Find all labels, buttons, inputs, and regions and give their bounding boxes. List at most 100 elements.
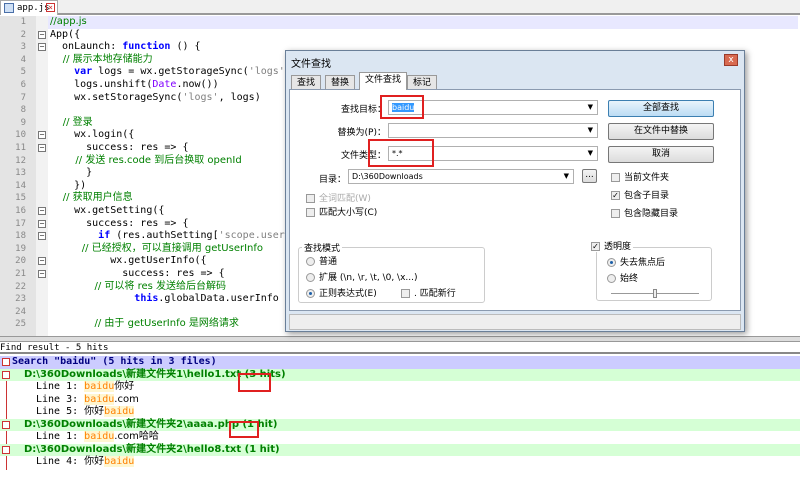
search-summary-row[interactable]: Search "baidu" (5 hits in 3 files) — [0, 356, 800, 369]
always-label: 始终 — [620, 274, 639, 284]
fold-toggle-icon[interactable]: − — [38, 270, 46, 278]
code-token: wx.getSetting({ — [50, 205, 165, 216]
file-result-row[interactable]: D:\360Downloads\新建文件夹2\hello8.txt (1 hit… — [0, 443, 800, 456]
line-number: 21 — [15, 269, 26, 279]
code-token: wx.setStorageSync( — [50, 91, 183, 103]
code-line: onLaunch: function () { — [50, 41, 201, 54]
hit-row[interactable]: Line 1: baidu.com哈哈 — [0, 431, 800, 444]
fold-toggle-icon[interactable]: − — [38, 43, 46, 52]
find-result-header: Find result - 5 hits — [0, 342, 800, 354]
browse-button[interactable]: ... — [582, 169, 597, 183]
close-tab-icon[interactable]: × — [46, 3, 55, 12]
close-dialog-button[interactable]: x — [724, 54, 738, 66]
replace-input[interactable]: ▼ — [388, 123, 598, 138]
tab-replace[interactable]: 替换 — [325, 75, 356, 90]
search-mode-title: 查找模式 — [302, 241, 343, 254]
fold-toggle-icon[interactable]: − — [38, 219, 46, 228]
code-line: //app.js — [48, 16, 798, 29]
file-result-row[interactable]: D:\360Downloads\新建文件夹1\hello1.txt (3 hit… — [0, 368, 800, 381]
mode-extended-radio[interactable]: 扩展 (\n, \r, \t, \0, \x...) — [306, 273, 418, 283]
fold-toggle-icon[interactable]: − — [38, 232, 46, 241]
tab-find[interactable]: 查找 — [291, 75, 322, 90]
current-folder-checkbox[interactable]: 当前文件夹 — [611, 173, 669, 183]
code-line: wx.getSetting({ — [50, 205, 164, 218]
replace-in-files-button[interactable]: 在文件中替换 — [608, 123, 714, 140]
hit-row[interactable]: Line 1: baidu你好 — [0, 381, 800, 394]
radio-dot — [607, 274, 616, 283]
dropdown-arrow-icon[interactable]: ▼ — [588, 147, 593, 160]
code-line: wx.setStorageSync('logs', logs) — [50, 92, 261, 105]
hit-text: 你好 — [84, 456, 105, 467]
code-line: // 已经授权，可以直接调用 getUserInfo — [50, 243, 263, 256]
line-number: 15 — [15, 193, 26, 204]
tab-mark[interactable]: 标记 — [407, 75, 438, 90]
dropdown-arrow-icon[interactable]: ▼ — [588, 101, 593, 114]
find-all-button[interactable]: 全部查找 — [608, 100, 714, 117]
include-subfolders-checkbox[interactable]: ✓ 包含子目录 — [611, 191, 669, 201]
tab-find-in-files[interactable]: 文件查找 — [359, 72, 408, 90]
fold-toggle-icon[interactable]: − — [38, 144, 46, 152]
fold-toggle-icon[interactable] — [2, 420, 10, 429]
fold-toggle-icon[interactable] — [2, 358, 10, 366]
checkbox-box — [401, 289, 410, 298]
line-number: 1 — [20, 17, 26, 27]
match-case-checkbox[interactable]: 匹配大小写(C) — [306, 208, 377, 218]
hit-text: Line 4: — [36, 456, 85, 467]
file-result-row[interactable]: D:\360Downloads\新建文件夹2\aaaa.php (1 hit) — [0, 418, 800, 431]
fold-toggle-icon[interactable]: − — [38, 131, 46, 140]
mode-regex-radio[interactable]: 正则表达式(E) — [306, 289, 377, 299]
directory-input[interactable]: D:\360Downloads ▼ — [348, 169, 574, 184]
fold-toggle-icon[interactable]: − — [38, 30, 46, 39]
line-number: 25 — [15, 319, 26, 330]
hit-text: 你好 — [84, 406, 105, 417]
mode-normal-radio[interactable]: 普通 — [306, 257, 337, 267]
find-label: 查找目标： — [340, 105, 386, 115]
line-number: 9 — [20, 117, 26, 128]
dot-newline-checkbox[interactable]: . 匹配新行 — [401, 289, 456, 299]
code-token: logs = wx.getStorageSync( — [92, 66, 249, 78]
dropdown-arrow-icon[interactable]: ▼ — [564, 170, 569, 183]
code-line: success: res => { — [50, 268, 224, 281]
tab-app-js[interactable]: app.js × — [0, 0, 58, 15]
line-number-gutter: 1 2 3 4 5 6 7 8 9 10 11 12 13 14 15 16 17 18 19 20 21 22 23 24 2… — [0, 16, 36, 336]
code-token: // 发送 res.code 到后台换取 openId — [50, 154, 242, 166]
on-lose-focus-radio[interactable]: 失去焦点后 — [607, 258, 665, 268]
current-folder-label: 当前文件夹 — [624, 173, 670, 183]
hit-row[interactable]: Line 4: 你好baidu — [0, 456, 800, 469]
dropdown-arrow-icon[interactable]: ▼ — [588, 124, 593, 137]
fold-toggle-icon[interactable] — [2, 445, 10, 454]
radio-dot — [306, 257, 315, 266]
fold-toggle-icon[interactable] — [2, 370, 10, 379]
fold-toggle-icon[interactable]: − — [38, 257, 46, 266]
hit-text: Line 3: — [36, 393, 85, 405]
code-line: } — [50, 167, 92, 180]
cancel-button[interactable]: 取消 — [608, 146, 714, 163]
whole-word-label: 全词匹配(W) — [319, 194, 371, 204]
line-number: 4 — [20, 54, 26, 65]
include-hidden-checkbox[interactable]: 包含隐藏目录 — [611, 209, 678, 219]
match-highlight: baidu — [104, 456, 135, 467]
match-highlight: baidu — [84, 393, 115, 405]
code-token: if — [98, 230, 111, 242]
hit-row[interactable]: Line 3: baidu.com — [0, 393, 800, 407]
code-token: App({ — [50, 28, 81, 40]
slider-thumb[interactable] — [653, 289, 657, 298]
code-line: // 展示本地存储能力 — [50, 54, 153, 67]
line-number: 20 — [15, 256, 26, 267]
mode-regex-label: 正则表达式(E) — [319, 289, 377, 299]
code-token: //app.js — [50, 16, 87, 27]
hit-row[interactable]: Line 5: 你好baidu — [0, 406, 800, 419]
fold-margin — [36, 16, 48, 336]
transparency-slider[interactable] — [611, 289, 699, 298]
line-number: 14 — [15, 180, 26, 191]
hit-text: Line 5: — [36, 406, 85, 417]
dialog-title: 文件查找 — [291, 59, 331, 70]
whole-word-checkbox[interactable]: 全词匹配(W) — [306, 194, 371, 204]
fold-toggle-icon[interactable]: − — [38, 207, 46, 215]
include-subfolders-label: 包含子目录 — [624, 191, 670, 201]
code-token: var — [74, 66, 93, 78]
always-radio[interactable]: 始终 — [607, 274, 638, 284]
transparency-checkbox[interactable]: ✓ 透明度 — [591, 242, 634, 252]
